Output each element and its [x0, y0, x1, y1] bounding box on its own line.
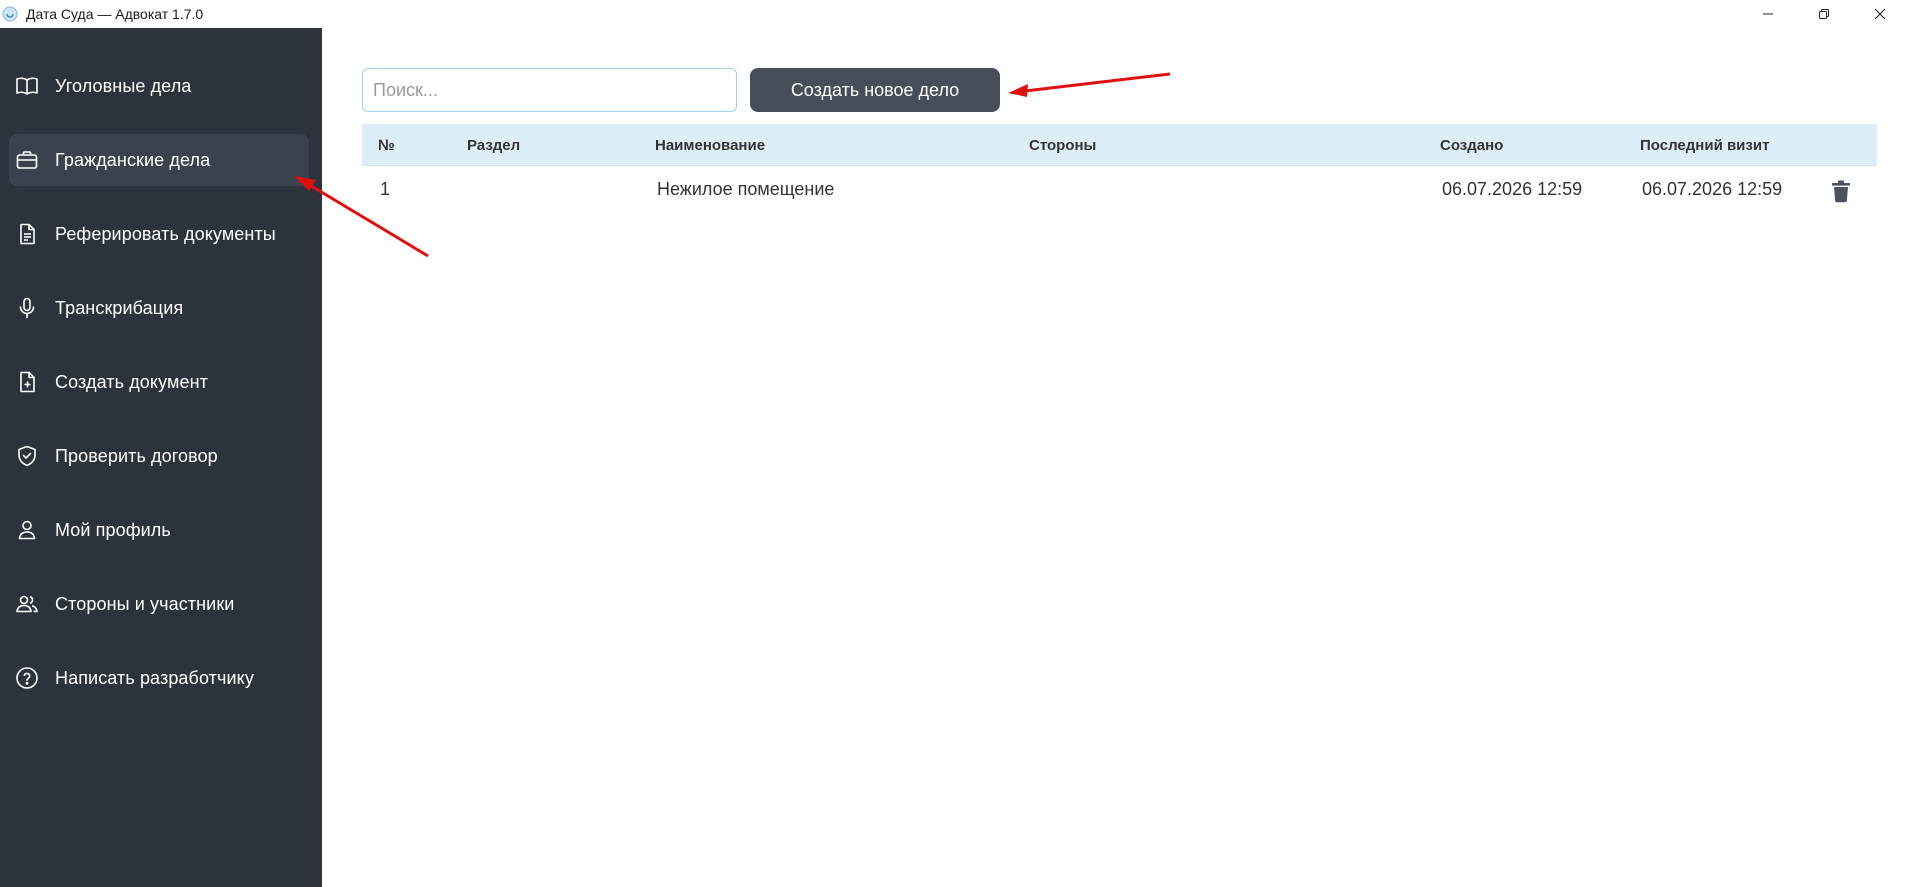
- microphone-icon: [15, 296, 39, 320]
- minimize-button[interactable]: [1740, 0, 1796, 28]
- sidebar-item-label: Мой профиль: [55, 519, 171, 540]
- close-button[interactable]: [1852, 0, 1908, 28]
- restore-icon: [1819, 9, 1829, 19]
- column-header-number[interactable]: №: [378, 137, 395, 154]
- sidebar-item-label: Реферировать документы: [55, 223, 276, 244]
- column-header-created[interactable]: Создано: [1440, 137, 1503, 154]
- briefcase-icon: [15, 148, 39, 172]
- cell-created: 06.07.2026 12:59: [1442, 179, 1583, 199]
- document-text-icon: [15, 222, 39, 246]
- search-input[interactable]: [362, 68, 737, 112]
- shield-check-icon: [15, 444, 39, 468]
- title-bar: Дата Суда — Адвокат 1.7.0: [0, 0, 1908, 28]
- sidebar-item-label: Транскрибация: [55, 297, 184, 318]
- close-icon: [1874, 8, 1886, 20]
- column-header-section[interactable]: Раздел: [467, 137, 520, 154]
- sidebar-item-parties[interactable]: Стороны и участники: [9, 578, 309, 630]
- app-logo-icon: [0, 4, 20, 24]
- restore-button[interactable]: [1796, 0, 1852, 28]
- trash-icon[interactable]: [1830, 179, 1852, 203]
- users-icon: [15, 592, 39, 616]
- minimize-icon: [1763, 13, 1773, 15]
- sidebar-item-label: Проверить договор: [55, 445, 218, 466]
- sidebar-item-label: Уголовные дела: [55, 75, 192, 96]
- book-icon: [15, 74, 39, 98]
- sidebar-item-contact-developer[interactable]: Написать разработчику: [9, 652, 309, 704]
- sidebar-item-label: Стороны и участники: [55, 593, 235, 614]
- window-title: Дата Суда — Адвокат 1.7.0: [26, 6, 204, 22]
- sidebar: Уголовные дела Гражданские дела Рефериро…: [0, 28, 322, 887]
- column-header-name[interactable]: Наименование: [655, 137, 765, 154]
- table-header: № Раздел Наименование Стороны Создано По…: [362, 124, 1877, 166]
- sidebar-item-my-profile[interactable]: Мой профиль: [9, 504, 309, 556]
- column-header-last-visit[interactable]: Последний визит: [1640, 137, 1769, 154]
- sidebar-item-criminal-cases[interactable]: Уголовные дела: [9, 60, 309, 112]
- table-row[interactable]: 1 Нежилое помещение 06.07.2026 12:59 06.…: [362, 166, 1877, 210]
- cell-name: Нежилое помещение: [657, 179, 835, 199]
- sidebar-item-label: Написать разработчику: [55, 667, 254, 688]
- sidebar-item-check-contract[interactable]: Проверить договор: [9, 430, 309, 482]
- sidebar-item-summarize-documents[interactable]: Реферировать документы: [9, 208, 309, 260]
- user-icon: [15, 518, 39, 542]
- sidebar-item-label: Гражданские дела: [55, 149, 211, 170]
- sidebar-item-label: Создать документ: [55, 371, 208, 392]
- sidebar-item-civil-cases[interactable]: Гражданские дела: [9, 134, 309, 186]
- create-new-case-button[interactable]: Создать новое дело: [750, 68, 1000, 112]
- cell-last-visit: 06.07.2026 12:59: [1642, 179, 1783, 199]
- sidebar-item-transcription[interactable]: Транскрибация: [9, 282, 309, 334]
- file-plus-icon: [15, 370, 39, 394]
- sidebar-item-create-document[interactable]: Создать документ: [9, 356, 309, 408]
- cell-number: 1: [380, 179, 391, 199]
- column-header-parties[interactable]: Стороны: [1029, 137, 1096, 154]
- annotation-arrow-button: [1008, 72, 1171, 97]
- help-circle-icon: [15, 666, 39, 690]
